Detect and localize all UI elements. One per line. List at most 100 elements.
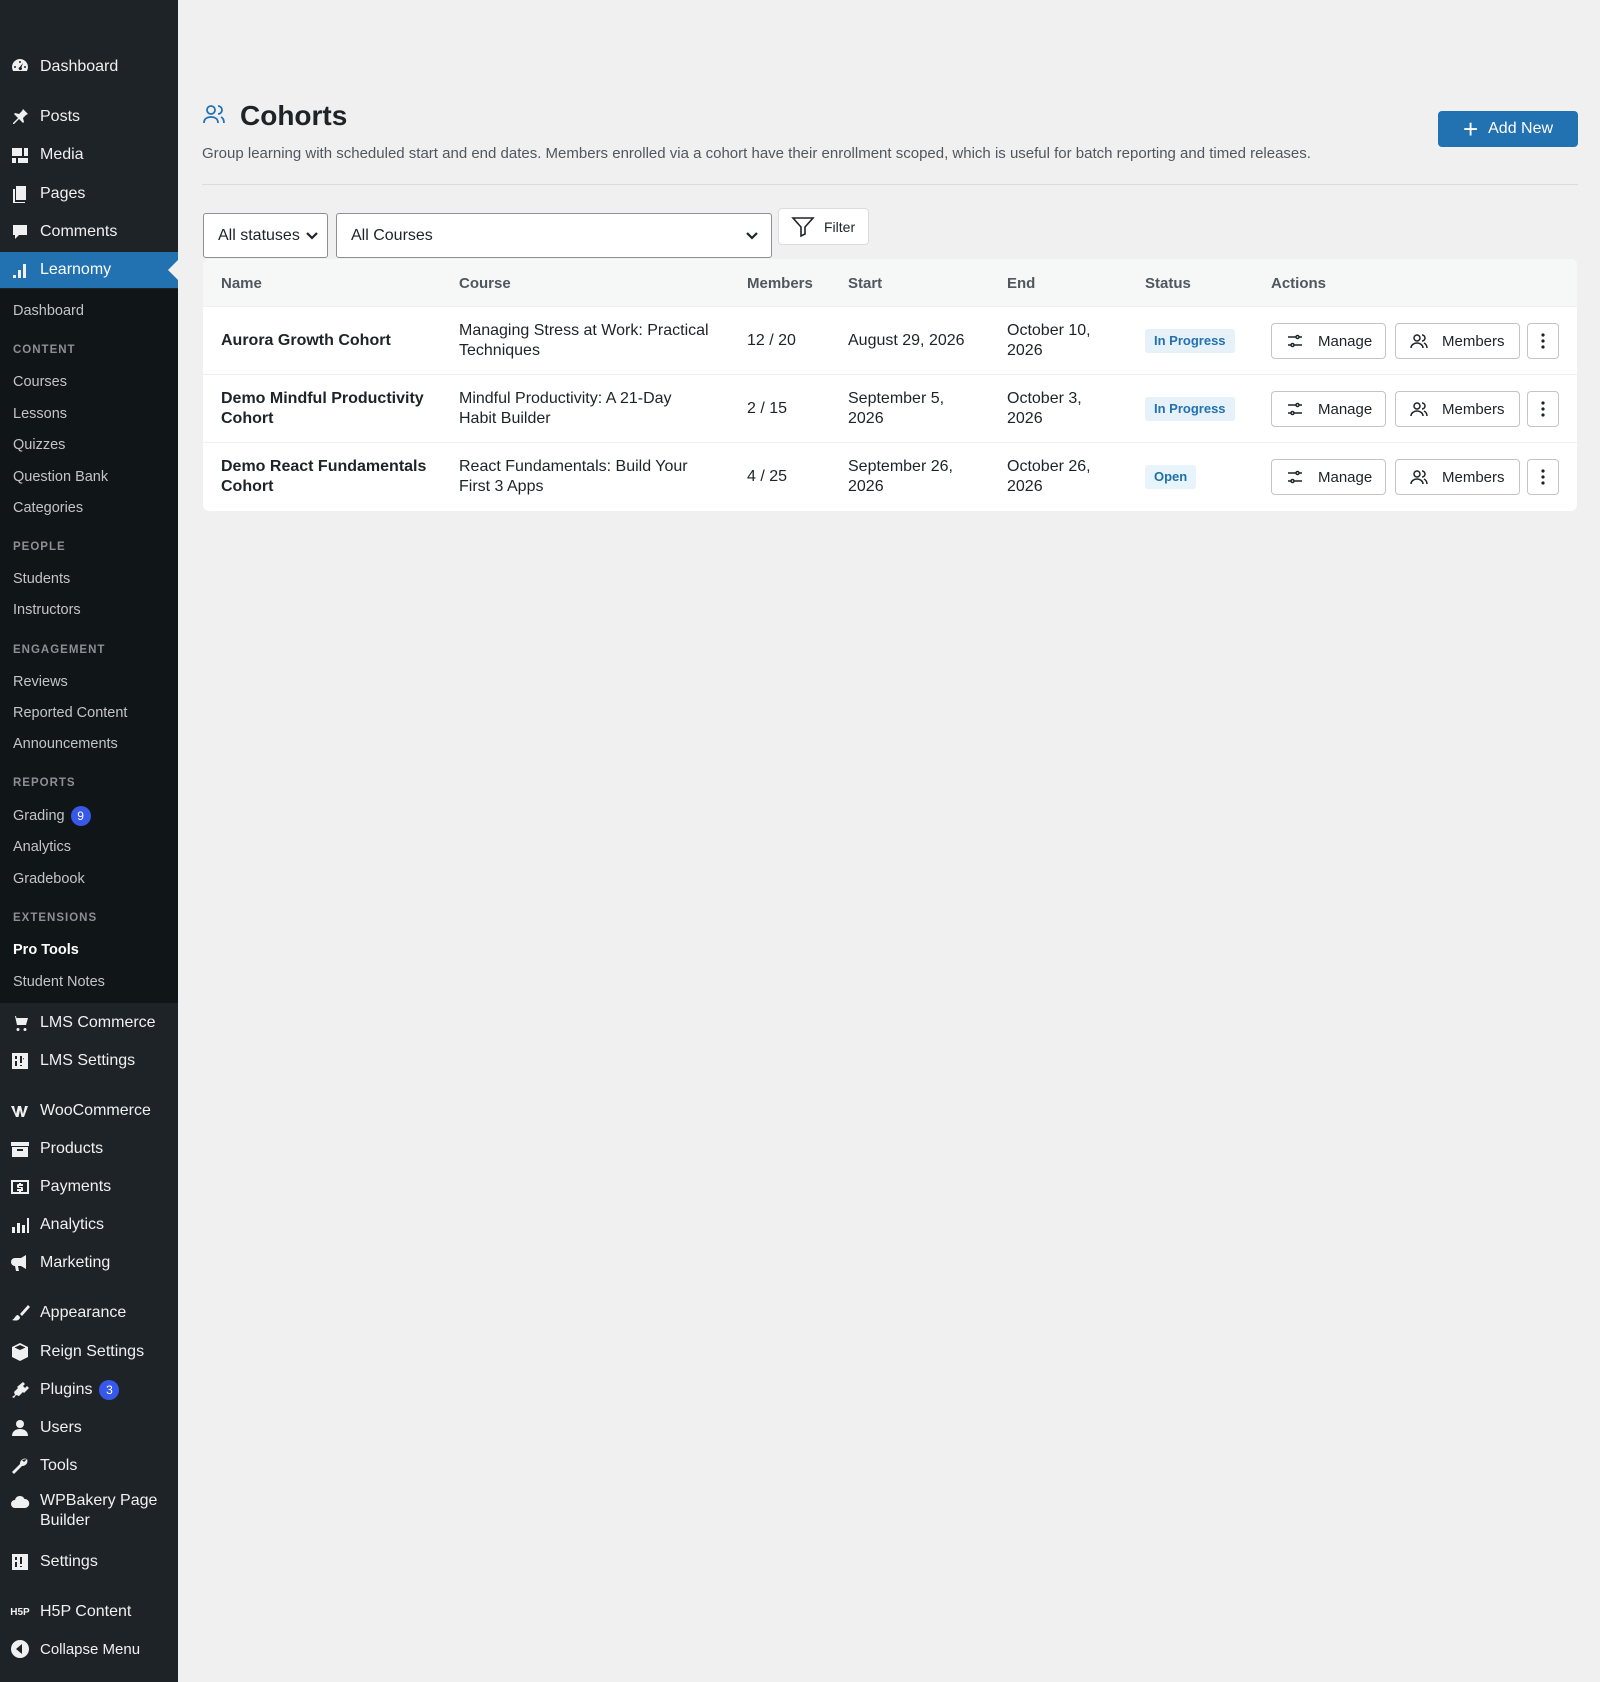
column-header-name[interactable]: Name [221,275,262,292]
cohort-name[interactable]: Demo React Fundamentals Cohort [221,457,426,497]
more-actions-button[interactable] [1527,323,1559,359]
submenu-question-bank[interactable]: Question Bank [13,469,108,485]
menu-item-analytics[interactable]: Analytics [0,1207,178,1243]
menu-item-reign-settings[interactable]: Reign Settings [0,1334,178,1370]
column-header-course[interactable]: Course [459,275,511,292]
submenu-instructors[interactable]: Instructors [13,602,81,618]
members-label: Members [1442,332,1505,350]
menu-item-label: Media [40,146,84,163]
kebab-icon [1541,469,1545,485]
status-badge: In Progress [1145,397,1235,421]
menu-item-tools[interactable]: Tools [0,1448,178,1484]
more-actions-button[interactable] [1527,391,1559,427]
menu-item-lms-commerce[interactable]: LMS Commerce [0,1005,178,1041]
cohort-members: 4 / 25 [747,468,788,485]
cohort-name[interactable]: Demo Mindful Productivity Cohort [221,389,424,429]
menu-item-pages[interactable]: Pages [0,176,178,212]
members-button[interactable]: Members [1395,459,1520,495]
column-header-status[interactable]: Status [1145,275,1191,292]
menu-item-marketing[interactable]: Marketing [0,1245,178,1281]
table-row: Aurora Growth Cohort Managing Stress at … [203,306,1577,374]
user-icon [9,1417,31,1439]
course-select-value: All Courses [351,226,433,244]
manage-button[interactable]: Manage [1271,459,1386,495]
woo-icon [9,1100,31,1122]
submenu-grading[interactable]: Grading 9 [13,806,91,826]
filter-button[interactable]: Filter [778,208,869,245]
cohort-start: August 29, 2026 [848,331,965,351]
menu-item-plugins[interactable]: Plugins 3 [0,1372,178,1408]
menu-item-wpbakery[interactable]: WPBakery Page Builder [0,1485,178,1535]
cube-icon [9,1341,31,1363]
menu-item-payments[interactable]: Payments [0,1169,178,1205]
status-select-value: All statuses [218,226,300,244]
cart-icon [9,1012,31,1034]
submenu-reported-content[interactable]: Reported Content [13,705,127,721]
more-actions-button[interactable] [1527,459,1559,495]
pin-icon [9,106,31,128]
menu-item-label: Collapse Menu [40,1640,141,1658]
menu-item-woocommerce[interactable]: WooCommerce [0,1093,178,1129]
manage-button[interactable]: Manage [1271,391,1386,427]
course-line1: React Fundamentals: Build Your [459,458,688,475]
manage-button[interactable]: Manage [1271,323,1386,359]
submenu-heading-reports: Reports [13,777,76,789]
course-line1: Mindful Productivity: A 21-Day [459,390,672,407]
menu-item-learnomy[interactable]: Learnomy [0,252,178,288]
sliders-icon [1288,470,1302,484]
menu-item-appearance[interactable]: Appearance [0,1295,178,1331]
submenu-analytics[interactable]: Analytics [13,839,71,855]
submenu-students[interactable]: Students [13,571,70,587]
members-button[interactable]: Members [1395,391,1520,427]
column-header-members[interactable]: Members [747,275,813,292]
submenu-lessons[interactable]: Lessons [13,406,67,422]
submenu-quizzes[interactable]: Quizzes [13,437,65,453]
submenu-student-notes[interactable]: Student Notes [13,974,105,990]
menu-item-posts[interactable]: Posts [0,99,178,135]
cohorts-table: Name Course Members Start End Status Act… [203,259,1577,511]
collapse-menu-button[interactable]: Collapse Menu [0,1631,178,1667]
chevron-down-icon [305,228,319,242]
start-line1: September 5, [848,390,945,407]
course-select[interactable]: All Courses [336,213,772,258]
menu-item-comments[interactable]: Comments [0,214,178,250]
admin-sidebar: Dashboard Posts Media Pages Comments Lea… [0,0,178,1682]
menu-item-users[interactable]: Users [0,1410,178,1446]
members-button[interactable]: Members [1395,323,1520,359]
menu-item-settings[interactable]: Settings [0,1544,178,1580]
cohort-name-line1: Demo Mindful Productivity [221,390,424,407]
plugins-count-badge: 3 [99,1380,120,1400]
users-icon [1410,402,1428,417]
submenu-courses[interactable]: Courses [13,374,67,390]
menu-item-label: Plugins [40,1381,93,1398]
plus-icon: + [1462,114,1479,144]
add-new-button[interactable]: + Add New [1438,111,1578,147]
column-header-end[interactable]: End [1007,275,1035,292]
status-select[interactable]: All statuses [203,213,328,258]
start-line1: August 29, 2026 [848,332,965,349]
bar-chart-icon [9,1214,31,1236]
menu-item-label-wrap: WPBakery Page Builder [40,1491,157,1531]
h5p-icon: H5P [10,1606,30,1618]
column-header-start[interactable]: Start [848,275,882,292]
menu-item-media[interactable]: Media [0,137,178,173]
menu-item-products[interactable]: Products [0,1131,178,1167]
sliders-icon [1288,334,1302,348]
status-badge: In Progress [1145,329,1235,353]
submenu-announcements[interactable]: Announcements [13,736,118,752]
cohort-course: React Fundamentals: Build Your First 3 Ap… [459,457,688,497]
submenu-dashboard[interactable]: Dashboard [13,303,84,319]
submenu-gradebook[interactable]: Gradebook [13,871,85,887]
menu-item-label: WooCommerce [40,1102,151,1119]
submenu-reviews[interactable]: Reviews [13,674,68,690]
menu-item-h5p[interactable]: H5P H5P Content [0,1594,178,1630]
menu-item-lms-settings[interactable]: LMS Settings [0,1043,178,1079]
menu-item-dashboard[interactable]: Dashboard [0,49,178,85]
cohort-name[interactable]: Aurora Growth Cohort [221,331,391,351]
table-header: Name Course Members Start End Status Act… [203,259,1577,306]
submenu-pro-tools[interactable]: Pro Tools [13,942,79,958]
manage-label: Manage [1318,468,1373,486]
menu-item-label: Reign Settings [40,1343,145,1360]
cohort-members: 12 / 20 [747,332,796,349]
submenu-categories[interactable]: Categories [13,500,83,516]
